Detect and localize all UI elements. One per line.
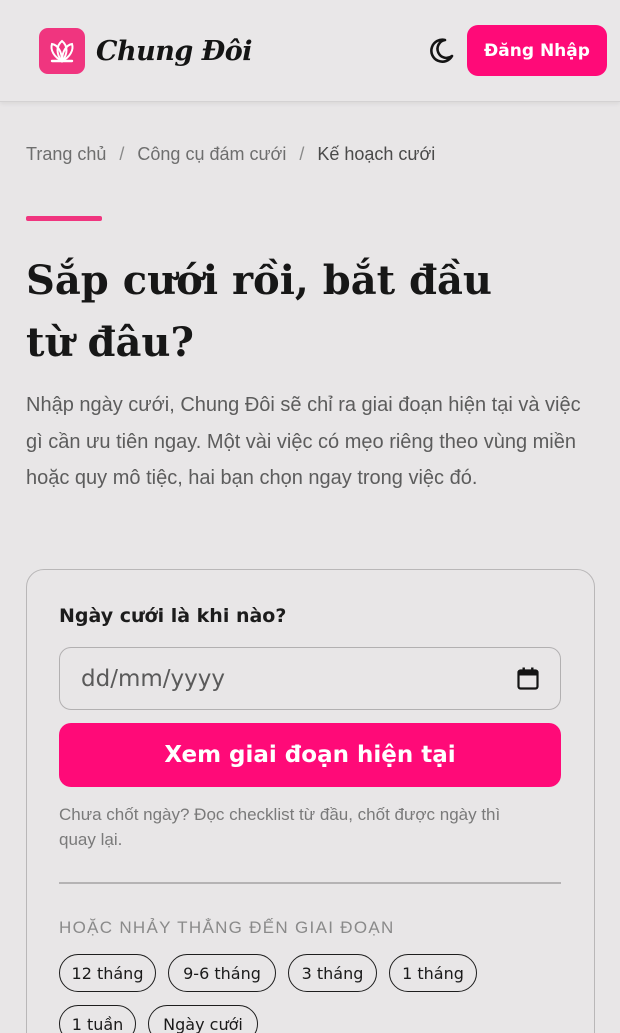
page-title: Sắp cưới rồi, bắt đầu từ đâu? (26, 250, 596, 374)
stage-chip-3-months[interactable]: 3 tháng (288, 954, 377, 992)
stage-chip-1-week[interactable]: 1 tuần (59, 1005, 136, 1033)
moon-icon[interactable] (424, 34, 458, 68)
breadcrumb-separator: / (299, 143, 305, 164)
login-button[interactable]: Đăng Nhập (467, 25, 607, 76)
breadcrumb: Trang chủ / Công cụ đám cưới / Kế hoạch … (26, 142, 435, 166)
breadcrumb-separator: / (119, 143, 125, 164)
page-description: Nhập ngày cưới, Chung Đôi sẽ chỉ ra giai… (26, 394, 581, 489)
page-title-line-1: Sắp cưới rồi, bắt đầu (26, 257, 492, 304)
section-divider (59, 882, 561, 884)
breadcrumb-wedding-tools[interactable]: Công cụ đám cưới (137, 144, 286, 165)
page-title-line-2: từ đâu? (26, 319, 194, 366)
jump-to-stage-label: HOẶC NHẢY THẲNG ĐẾN GIAI ĐOẠN (59, 918, 395, 937)
stage-chip-12-months[interactable]: 12 tháng (59, 954, 156, 992)
stage-chip-9-6-months[interactable]: 9-6 tháng (168, 954, 276, 992)
flower-logo-icon[interactable] (39, 28, 85, 74)
wedding-date-label: Ngày cưới là khi nào? (59, 605, 287, 627)
date-placeholder: dd/mm/yyyy (81, 665, 225, 692)
stage-chip-wedding-day[interactable]: Ngày cưới (148, 1005, 258, 1033)
wedding-date-input[interactable]: dd/mm/yyyy (59, 647, 561, 710)
show-stage-button[interactable]: Xem giai đoạn hiện tại (59, 723, 561, 787)
accent-divider (26, 216, 102, 221)
stage-chip-1-month[interactable]: 1 tháng (389, 954, 477, 992)
breadcrumb-current: Kế hoạch cưới (317, 143, 436, 164)
breadcrumb-home[interactable]: Trang chủ (26, 144, 106, 165)
calendar-icon[interactable] (516, 667, 540, 691)
brand-name[interactable]: Chung Đôi (96, 28, 253, 74)
site-header: Chung Đôi Đăng Nhập (0, 0, 620, 102)
no-date-hint: Chưa chốt ngày? Đọc checklist từ đầu, ch… (59, 805, 501, 849)
